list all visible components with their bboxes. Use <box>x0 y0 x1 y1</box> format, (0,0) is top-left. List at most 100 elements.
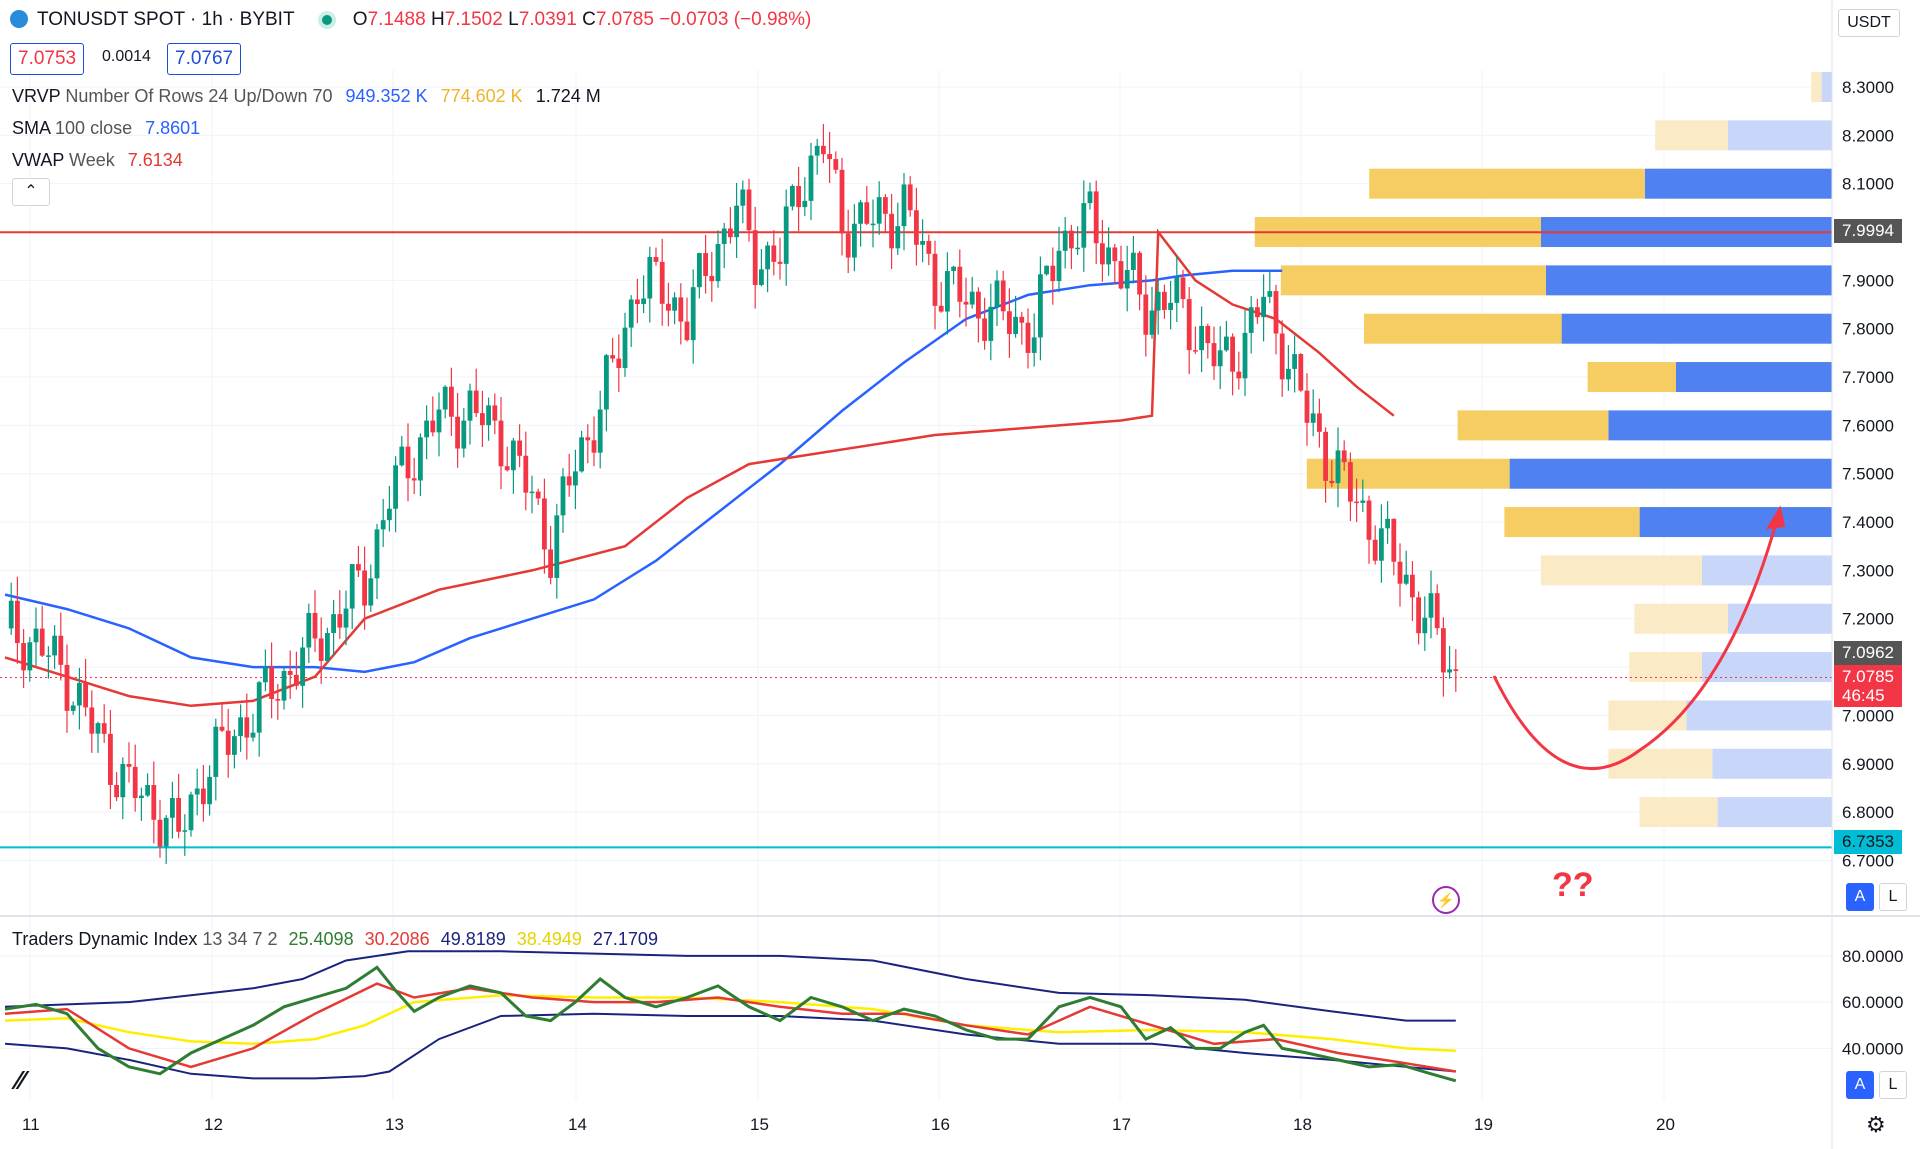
volume-profile-down-bar <box>1561 313 1832 344</box>
volume-profile-down-bar <box>1509 458 1832 489</box>
volume-profile-up-bar <box>1587 362 1676 393</box>
candle-body <box>945 270 950 312</box>
y-tick-label: 7.3000 <box>1842 561 1894 580</box>
vrvp-legend[interactable]: VRVP Number Of Rows 24 Up/Down 70 949.35… <box>12 86 601 107</box>
volume-profile-up-bar <box>1280 265 1546 296</box>
sma-legend[interactable]: SMA 100 close 7.8601 <box>12 118 200 139</box>
y-tick-label: 6.9000 <box>1842 755 1894 774</box>
candle-body <box>1044 265 1049 275</box>
log-scale-button[interactable]: L <box>1879 883 1907 911</box>
volume-profile-up-bar <box>1634 603 1728 634</box>
candle-body <box>1292 354 1297 369</box>
tdi-legend[interactable]: Traders Dynamic Index 13 34 7 2 25.4098 … <box>12 929 658 950</box>
candle-body <box>932 253 938 306</box>
candle-body <box>1230 336 1235 372</box>
candle-body <box>151 784 157 820</box>
ask-price-box[interactable]: 7.0767 <box>167 43 242 75</box>
candle-body <box>517 440 522 456</box>
candle-body <box>864 202 870 224</box>
candle-body <box>461 420 467 449</box>
candle-body <box>337 614 343 628</box>
volume-profile <box>1254 72 1832 828</box>
candle-body <box>833 159 839 170</box>
y-tick-label: 8.3000 <box>1842 78 1894 97</box>
candle-body <box>542 498 547 550</box>
candle-body <box>27 642 33 671</box>
candle-body <box>901 184 907 227</box>
vwap-price-tag: 7.0962 <box>1834 641 1902 665</box>
candle-body <box>845 233 851 258</box>
volume-profile-up-bar <box>1364 313 1562 344</box>
candle-body <box>852 223 857 258</box>
candle-body <box>1137 252 1142 295</box>
candle-body <box>783 206 789 264</box>
candle-body <box>331 614 336 633</box>
tdi-value-2: 30.2086 <box>364 929 430 949</box>
candle-body <box>1180 277 1186 300</box>
x-tick-label: 15 <box>750 1115 769 1134</box>
vwap-legend[interactable]: VWAP Week 7.6134 <box>12 150 183 171</box>
candle-body <box>1410 574 1415 598</box>
vrvp-down-volume: 774.602 K <box>440 86 523 106</box>
vrvp-total-volume: 1.724 M <box>535 86 601 106</box>
chart-canvas[interactable]: 8.30008.20008.10008.00007.90007.80007.70… <box>0 0 1920 1149</box>
sma-label: SMA <box>12 118 51 138</box>
candle-body <box>1000 280 1006 312</box>
candle-body <box>294 674 299 686</box>
candle-body <box>690 287 696 341</box>
candle-body <box>802 200 808 208</box>
candle-body <box>597 409 603 453</box>
volume-profile-up-bar <box>1811 72 1822 102</box>
candle-body <box>89 707 95 734</box>
market-open-dot-icon <box>321 15 332 25</box>
x-tick-label: 11 <box>22 1115 40 1134</box>
spread-value: 0.0014 <box>102 48 151 65</box>
symbol-header[interactable]: TONUSDT SPOT · 1h · BYBIT O7.1488 H7.150… <box>10 9 811 31</box>
tdi-log-scale-button[interactable]: L <box>1879 1071 1907 1099</box>
close-label: C <box>582 9 596 30</box>
candlesticks[interactable] <box>8 123 1459 864</box>
bid-price-box[interactable]: 7.0753 <box>10 43 85 75</box>
y-tick-label: 7.5000 <box>1842 465 1894 484</box>
candle-body <box>219 726 225 731</box>
candle-body <box>263 666 268 683</box>
tdi-auto-scale-button[interactable]: A <box>1846 1071 1874 1099</box>
candle-body <box>1317 413 1322 432</box>
volume-profile-down-bar <box>1702 555 1832 586</box>
settings-gear-icon[interactable]: ⚙ <box>1866 1112 1886 1138</box>
candle-body <box>839 169 845 234</box>
currency-selector[interactable]: USDT <box>1838 9 1900 37</box>
volume-profile-up-bar <box>1457 410 1609 441</box>
candle-body <box>684 321 690 341</box>
open-value: 7.1488 <box>367 9 426 30</box>
collapse-legend-button[interactable]: ⌃ <box>12 178 50 206</box>
candle-body <box>926 240 932 254</box>
candle-body <box>1224 336 1229 351</box>
vwap-params: Week <box>69 150 115 170</box>
candle-body <box>827 154 832 160</box>
candle-body <box>610 355 615 359</box>
candle-body <box>139 795 144 799</box>
candle-body <box>1366 500 1372 540</box>
candle-body <box>1385 518 1390 529</box>
candle-body <box>1069 230 1074 249</box>
candle-body <box>1199 325 1204 351</box>
candle-body <box>201 788 206 805</box>
candle-body <box>560 476 566 516</box>
candle-body <box>393 465 398 509</box>
candle-body <box>790 186 795 207</box>
auto-scale-button[interactable]: A <box>1846 883 1874 911</box>
tradingview-logo-icon: ⁄⁄ <box>16 1065 25 1095</box>
candle-body <box>83 682 88 708</box>
high-label: H <box>430 9 445 30</box>
candle-body <box>1112 247 1118 262</box>
candle-body <box>876 197 882 224</box>
lightning-event-icon[interactable]: ⚡ <box>1432 886 1460 914</box>
candle-body <box>114 784 119 798</box>
candle-body <box>1441 628 1446 673</box>
candle-body <box>1298 354 1304 391</box>
candle-body <box>573 471 578 486</box>
tdi-signal-line <box>4 982 1457 1073</box>
volume-profile-down-bar <box>1728 120 1832 151</box>
y-tick-label: 6.8000 <box>1842 803 1894 822</box>
